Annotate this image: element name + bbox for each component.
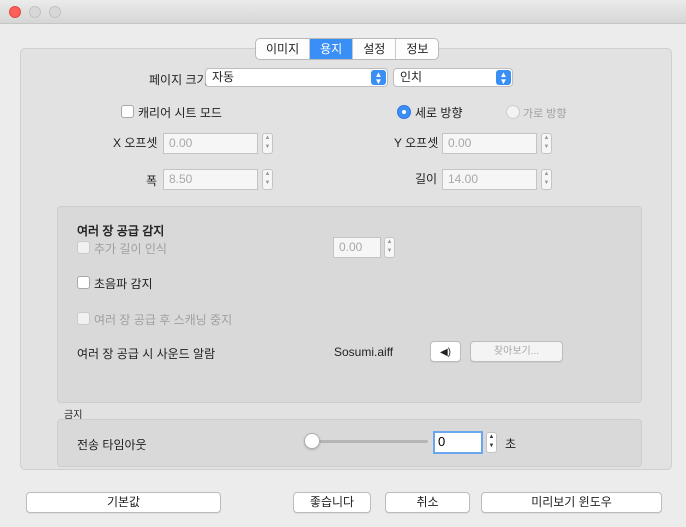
portrait-radio[interactable] — [397, 105, 411, 119]
title-bar — [0, 0, 686, 24]
unit-select[interactable]: 인치 ▲ ▼ — [393, 68, 513, 87]
y-offset-stepper[interactable]: ▲ ▼ — [541, 133, 552, 154]
ultrasonic-label: 초음파 감지 — [94, 277, 153, 291]
timeout-unit: 초 — [505, 437, 517, 451]
tab-paper[interactable]: 용지 — [310, 39, 354, 59]
timeout-slider-knob[interactable] — [304, 433, 320, 449]
x-offset-stepper[interactable]: ▲ ▼ — [262, 133, 273, 154]
speaker-icon: ◀︎) — [439, 347, 452, 358]
stop-scan-checkbox[interactable] — [77, 312, 90, 325]
page-size-value: 자동 — [212, 70, 235, 84]
cancel-button[interactable]: 취소 — [385, 492, 470, 513]
width-label: 폭 — [146, 174, 158, 188]
dialog-window: 이미지 용지 설정 정보 페이지 크기 자동 ▲ ▼ 인치 ▲ ▼ 캐리어 시트 모… — [0, 0, 686, 527]
portrait-label: 세로 방향 — [415, 106, 463, 120]
tab-settings[interactable]: 설정 — [353, 39, 397, 59]
extra-length-checkbox[interactable] — [77, 241, 90, 254]
landscape-radio[interactable] — [506, 105, 520, 119]
landscape-label: 가로 방향 — [523, 108, 567, 120]
chevron-updown-icon: ▲ ▼ — [371, 70, 386, 86]
page-size-select[interactable]: 자동 ▲ ▼ — [205, 68, 388, 87]
width-stepper[interactable]: ▲ ▼ — [262, 169, 273, 190]
defaults-button[interactable]: 기본값 — [26, 492, 221, 513]
chevron-updown-icon: ▲ ▼ — [496, 70, 511, 86]
extra-length-stepper[interactable]: ▲ ▼ — [384, 237, 395, 258]
close-window-button[interactable] — [9, 6, 21, 18]
carrier-sheet-label: 캐리어 시트 모드 — [138, 106, 222, 120]
unit-value: 인치 — [400, 70, 423, 84]
tab-bar: 이미지 용지 설정 정보 — [255, 38, 440, 60]
length-label: 길이 — [415, 172, 438, 186]
carrier-sheet-checkbox[interactable] — [121, 105, 134, 118]
timeout-field[interactable]: 0 — [433, 431, 483, 454]
zoom-window-button[interactable] — [49, 6, 61, 18]
preview-window-button[interactable]: 미리보기 윈도우 — [481, 492, 662, 513]
length-field[interactable]: 14.00 — [442, 169, 537, 190]
extra-length-field[interactable]: 0.00 — [333, 237, 381, 258]
multifeed-title: 여러 장 공급 감지 — [77, 224, 165, 238]
tab-image[interactable]: 이미지 — [256, 39, 311, 59]
width-field[interactable]: 8.50 — [163, 169, 258, 190]
y-offset-field[interactable]: 0.00 — [442, 133, 537, 154]
extra-length-label: 추가 길이 인식 — [94, 242, 167, 256]
page-size-label: 페이지 크기 — [149, 73, 208, 87]
ok-button[interactable]: 좋습니다 — [293, 492, 371, 513]
x-offset-field[interactable]: 0.00 — [163, 133, 258, 154]
browse-button[interactable]: 찾아보기... — [470, 341, 563, 362]
sound-alarm-label: 여러 장 공급 시 사운드 알람 — [77, 347, 216, 361]
length-stepper[interactable]: ▲ ▼ — [541, 169, 552, 190]
timeout-slider-track[interactable] — [312, 440, 428, 443]
play-sound-button[interactable]: ◀︎) — [430, 341, 461, 362]
x-offset-label: X 오프셋 — [113, 136, 158, 150]
sound-file-name: Sosumi.aiff — [334, 345, 394, 359]
timeout-stepper[interactable]: ▲ ▼ — [486, 432, 497, 453]
y-offset-label: Y 오프셋 — [394, 136, 439, 150]
minimize-window-button[interactable] — [29, 6, 41, 18]
tab-info[interactable]: 정보 — [396, 39, 438, 59]
ultrasonic-checkbox[interactable] — [77, 276, 90, 289]
stop-scan-label: 여러 장 공급 후 스캐닝 중지 — [94, 313, 233, 327]
timeout-label: 전송 타임아웃 — [77, 438, 147, 452]
